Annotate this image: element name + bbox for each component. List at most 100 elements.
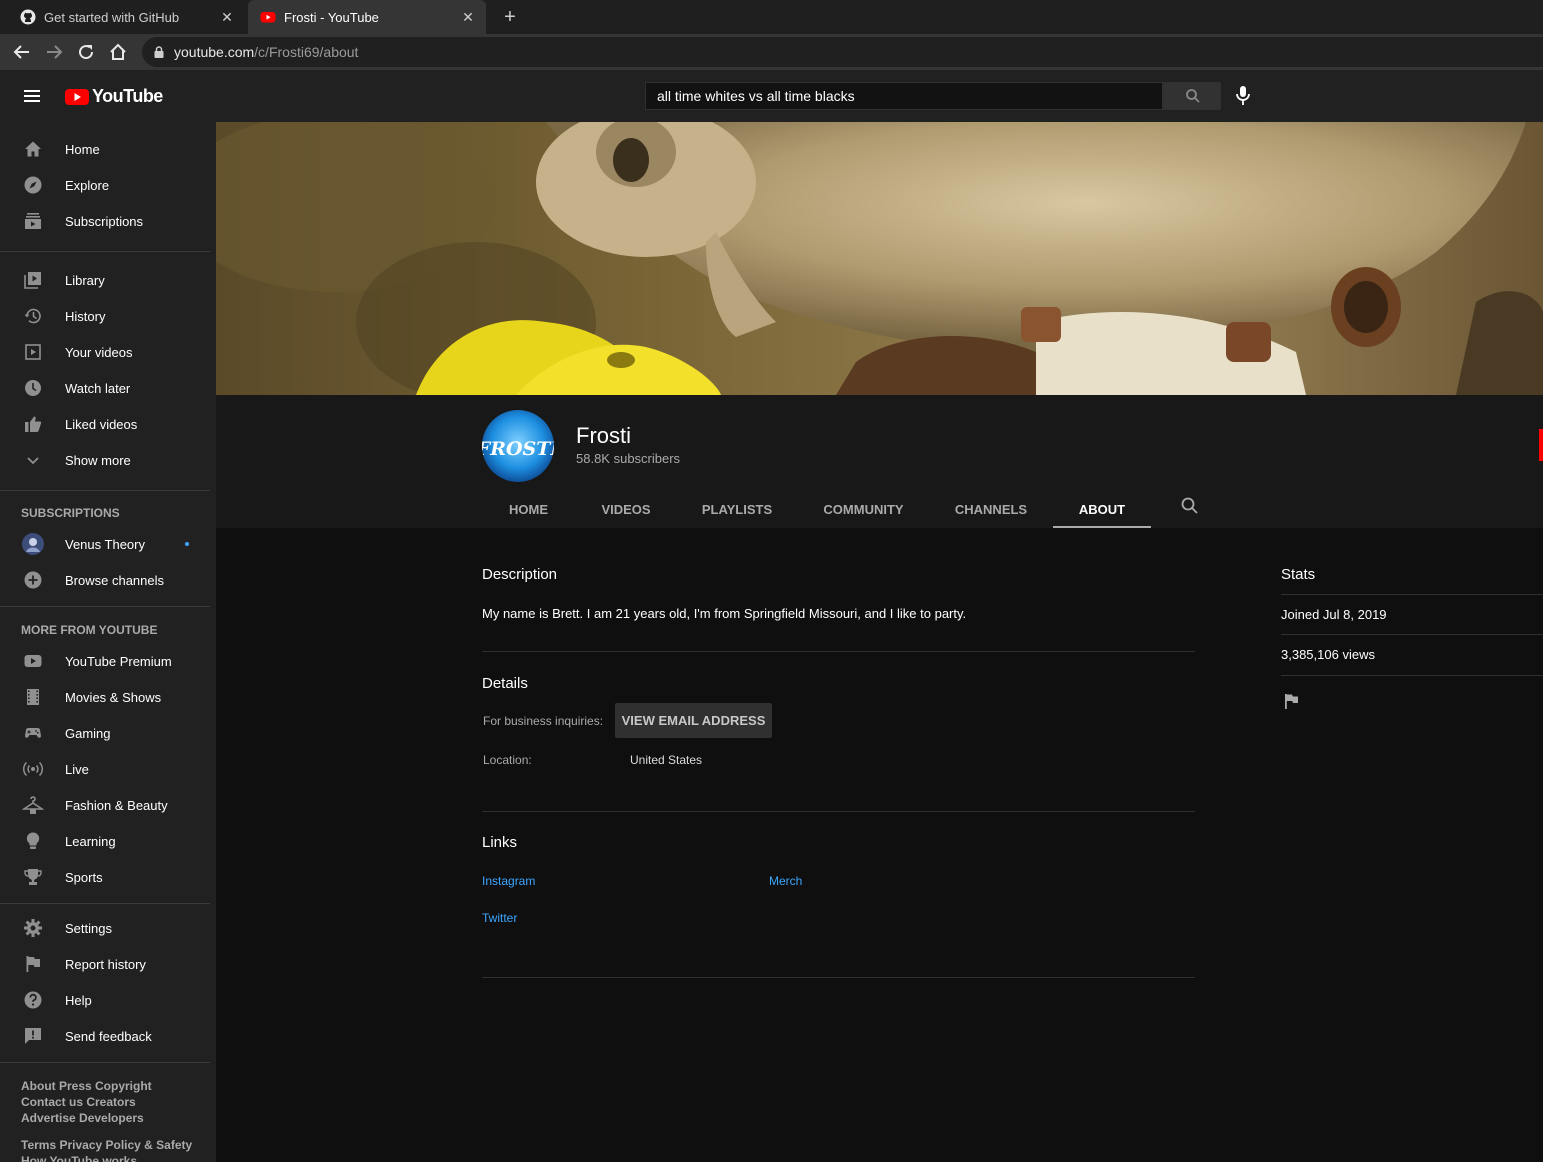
sidebar-item-youtube-premium[interactable]: YouTube Premium: [0, 643, 210, 679]
search-button[interactable]: [1163, 82, 1221, 110]
footer-line[interactable]: About Press Copyright: [21, 1078, 201, 1094]
home-icon[interactable]: [108, 42, 128, 62]
back-arrow-icon[interactable]: [12, 42, 32, 62]
subscriber-count: 58.8K subscribers: [576, 451, 681, 466]
tab-home[interactable]: HOME: [482, 498, 575, 528]
thumbs-up-icon: [22, 413, 44, 435]
plus-icon[interactable]: +: [500, 7, 520, 27]
sidebar-item-report-history[interactable]: Report history: [0, 946, 210, 982]
footer-line[interactable]: Advertise Developers: [21, 1110, 201, 1126]
lock-icon: [154, 46, 164, 58]
divider: [0, 251, 210, 252]
links-heading: Links: [482, 834, 518, 851]
footer-line[interactable]: How YouTube works: [21, 1153, 201, 1162]
divider: [482, 651, 1195, 652]
sidebar-item-show-more[interactable]: Show more: [0, 442, 210, 478]
sidebar-item-label: Help: [65, 992, 92, 1008]
divider: [1281, 594, 1543, 595]
link-instagram[interactable]: Instagram: [482, 874, 535, 888]
reload-icon[interactable]: [76, 42, 96, 62]
divider: [0, 903, 210, 904]
sidebar-item-help[interactable]: Help: [0, 982, 210, 1018]
tab-videos[interactable]: VIDEOS: [586, 498, 666, 528]
channel-header: FROSTI Frosti 58.8K subscribers HOME VID…: [216, 395, 1543, 528]
tab-community[interactable]: COMMUNITY: [812, 498, 915, 528]
flag-icon: [22, 953, 44, 975]
close-tab-icon[interactable]: ✕: [460, 9, 476, 25]
channel-search-icon[interactable]: [1180, 496, 1200, 516]
sidebar-item-learning[interactable]: Learning: [0, 823, 210, 859]
business-inquiries-label: For business inquiries:: [483, 714, 604, 728]
subscribe-button-edge[interactable]: [1539, 429, 1543, 461]
sidebar-item-label: Fashion & Beauty: [65, 797, 168, 813]
footer-line[interactable]: Contact us Creators: [21, 1094, 201, 1110]
sidebar-item-live[interactable]: Live: [0, 751, 210, 787]
sidebar-item-browse-channels[interactable]: Browse channels: [0, 562, 210, 598]
sidebar-item-library[interactable]: Library: [0, 262, 210, 298]
description-heading: Description: [482, 566, 558, 583]
sidebar-item-settings[interactable]: Settings: [0, 910, 210, 946]
sidebar-item-label: Liked videos: [65, 416, 138, 432]
footer-links-secondary[interactable]: Terms Privacy Policy & Safety How YouTub…: [21, 1137, 201, 1162]
microphone-icon[interactable]: [1233, 85, 1253, 107]
sidebar-item-explore[interactable]: Explore: [0, 167, 210, 203]
sidebar-item-label: Sports: [65, 869, 103, 885]
sidebar-item-history[interactable]: History: [0, 298, 210, 334]
url-path: /c/Frosti69/about: [254, 44, 359, 60]
menu-icon[interactable]: [22, 86, 42, 106]
sidebar-item-label: Learning: [65, 833, 116, 849]
live-icon: [22, 758, 44, 780]
sidebar-item-fashion-beauty[interactable]: Fashion & Beauty: [0, 787, 210, 823]
location-value: United States: [630, 753, 703, 767]
logo-wordmark: YouTube: [92, 86, 163, 106]
report-flag-icon[interactable]: [1283, 692, 1301, 710]
tab-title: Get started with GitHub: [44, 9, 180, 25]
tab-channels[interactable]: CHANNELS: [946, 498, 1036, 528]
feedback-icon: [22, 1025, 44, 1047]
tab-playlists[interactable]: PLAYLISTS: [688, 498, 786, 528]
divider: [1281, 675, 1543, 676]
footer-line[interactable]: Terms Privacy Policy & Safety: [21, 1137, 201, 1153]
search-input[interactable]: all time whites vs all time blacks: [645, 82, 1163, 110]
search-icon: [1186, 89, 1200, 103]
hanger-icon: [22, 794, 44, 816]
sidebar-item-movies-shows[interactable]: Movies & Shows: [0, 679, 210, 715]
link-twitter[interactable]: Twitter: [482, 911, 517, 925]
sidebar-item-label: Show more: [65, 452, 131, 468]
link-merch[interactable]: Merch: [769, 874, 802, 888]
sidebar-item-send-feedback[interactable]: Send feedback: [0, 1018, 210, 1054]
joined-date: Joined Jul 8, 2019: [1281, 607, 1387, 622]
lightbulb-icon: [22, 830, 44, 852]
sidebar-item-label: Library: [65, 272, 105, 288]
tab-about[interactable]: ABOUT: [1053, 498, 1151, 528]
sidebar-item-label: Settings: [65, 920, 112, 936]
sidebar-item-venus-theory[interactable]: Venus Theory: [0, 526, 210, 562]
film-icon: [22, 686, 44, 708]
banner-image: [216, 122, 1543, 395]
footer-links-primary[interactable]: About Press Copyright Contact us Creator…: [21, 1078, 201, 1126]
forward-arrow-icon[interactable]: [44, 42, 64, 62]
sidebar-item-liked-videos[interactable]: Liked videos: [0, 406, 210, 442]
trophy-icon: [22, 866, 44, 888]
sidebar-item-gaming[interactable]: Gaming: [0, 715, 210, 751]
url-field[interactable]: youtube.com/c/Frosti69/about: [142, 37, 1543, 67]
view-count: 3,385,106 views: [1281, 647, 1375, 662]
address-bar-row: youtube.com/c/Frosti69/about: [0, 34, 1543, 70]
close-tab-icon[interactable]: ✕: [219, 9, 235, 25]
sidebar-item-your-videos[interactable]: Your videos: [0, 334, 210, 370]
browser-tab-bar: Get started with GitHub ✕ Frosti - YouTu…: [0, 0, 1543, 34]
sidebar-item-label: Subscriptions: [65, 213, 144, 229]
sidebar-item-sports[interactable]: Sports: [0, 859, 210, 895]
sidebar-item-label: YouTube Premium: [65, 653, 172, 669]
channel-avatar[interactable]: FROSTI: [482, 410, 554, 482]
sidebar-item-watch-later[interactable]: Watch later: [0, 370, 210, 406]
tab-youtube[interactable]: Frosti - YouTube ✕: [248, 0, 486, 34]
tab-github[interactable]: Get started with GitHub ✕: [0, 0, 245, 34]
sidebar-item-subscriptions[interactable]: Subscriptions: [0, 203, 210, 239]
view-email-button[interactable]: VIEW EMAIL ADDRESS: [615, 703, 772, 738]
channel-avatar: [22, 533, 44, 555]
sidebar-item-label: Home: [65, 141, 100, 157]
divider: [1281, 634, 1543, 635]
youtube-logo[interactable]: YouTube: [65, 86, 163, 107]
sidebar-item-home[interactable]: Home: [0, 131, 210, 167]
